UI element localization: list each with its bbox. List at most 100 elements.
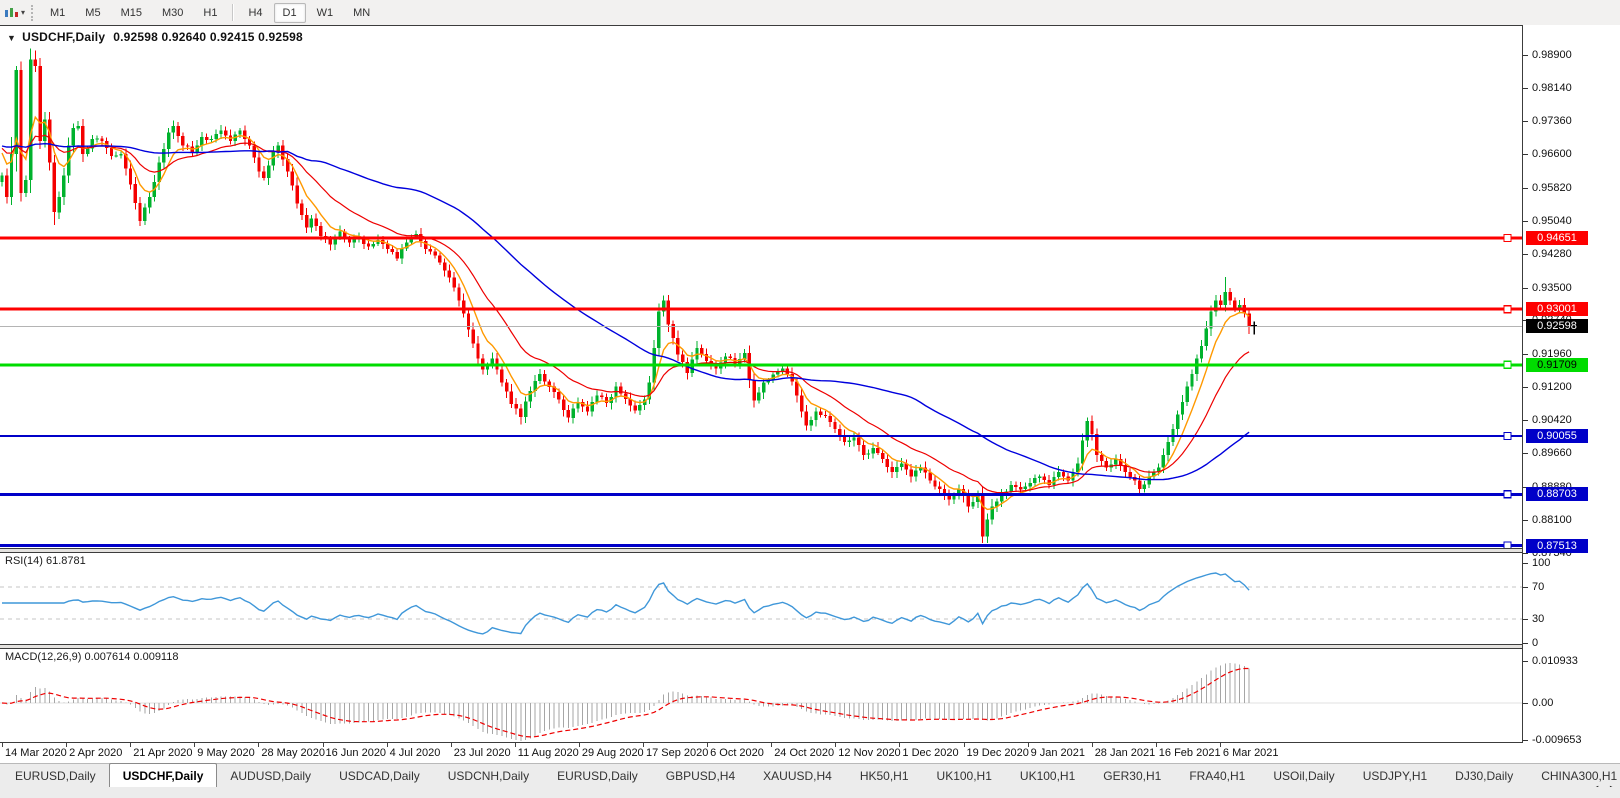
rsi-bottom-border <box>0 644 1620 645</box>
price-tick-label: 0.89660 <box>1532 447 1572 459</box>
rsi-tick-mark <box>1523 643 1528 644</box>
time-axis-label: 23 Jul 2020 <box>454 747 511 759</box>
chart-tab-uk100-h1[interactable]: UK100,H1 <box>1007 765 1088 787</box>
chart-tab-eurusd-daily[interactable]: EURUSD,Daily <box>544 765 651 787</box>
timeframe-button-d1[interactable]: D1 <box>274 3 306 23</box>
terminal-window: ▾ M1M5M15M30H1 H4D1W1MN ▼ USDCHF,Daily 0.92… <box>0 0 1620 798</box>
chart-symbol-label: USDCHF,Daily <box>22 30 105 44</box>
timeframe-button-mn[interactable]: MN <box>344 3 379 23</box>
price-tick-mark <box>1523 88 1528 89</box>
chart-tab-usoil-daily[interactable]: USOil,Daily <box>1260 765 1347 787</box>
main-chart-canvas[interactable] <box>0 26 1522 548</box>
rsi-tick-mark <box>1523 619 1528 620</box>
time-axis-label: 24 Oct 2020 <box>774 747 834 759</box>
price-tick-label: 0.95040 <box>1532 215 1572 227</box>
chart-title: ▼ USDCHF,Daily 0.92598 0.92640 0.92415 0.9… <box>7 30 303 44</box>
rsi-indicator-label: RSI(14) 61.8781 <box>5 555 86 567</box>
level-price-badge: 0.94651 <box>1526 231 1588 245</box>
price-axis[interactable]: 0.989000.981400.973600.966000.958200.950… <box>1523 25 1620 743</box>
time-axis-label: 21 Apr 2020 <box>133 747 192 759</box>
chart-tab-xauusd-h4[interactable]: XAUUSD,H4 <box>750 765 845 787</box>
time-tick-mark <box>835 743 836 747</box>
macd-tick-mark <box>1523 661 1528 662</box>
level-price-badge: 0.91709 <box>1526 358 1588 372</box>
time-axis-label: 2 Apr 2020 <box>69 747 122 759</box>
price-tick-mark <box>1523 188 1528 189</box>
price-tick-label: 0.88100 <box>1532 514 1572 526</box>
time-axis-label: 6 Mar 2021 <box>1223 747 1279 759</box>
chart-ohlc-values: 0.92598 0.92640 0.92415 0.92598 <box>113 30 303 44</box>
toolbar-separator <box>232 4 233 21</box>
price-tick-mark <box>1523 387 1528 388</box>
chart-type-button[interactable]: ▾ <box>0 4 29 22</box>
price-tick-mark <box>1523 254 1528 255</box>
time-tick-mark <box>515 743 516 747</box>
chart-tab-bar: EURUSD,DailyUSDCHF,DailyAUDUSD,DailyUSDC… <box>0 763 1620 787</box>
timeframe-button-h4[interactable]: H4 <box>239 3 271 23</box>
price-tick-mark <box>1523 420 1528 421</box>
time-axis[interactable]: 14 Mar 20202 Apr 202021 Apr 20209 May 20… <box>0 743 1620 763</box>
time-tick-mark <box>1220 743 1221 747</box>
price-tick-mark <box>1523 154 1528 155</box>
price-tick-label: 0.90420 <box>1532 414 1572 426</box>
level-price-badge: 0.90055 <box>1526 429 1588 443</box>
timeframe-button-m15[interactable]: M15 <box>112 3 151 23</box>
chart-tab-usdcnh-daily[interactable]: USDCNH,Daily <box>435 765 542 787</box>
macd-tick-label: 0.00 <box>1532 697 1553 709</box>
time-axis-label: 9 Jan 2021 <box>1031 747 1085 759</box>
macd-tick-label: -0.009653 <box>1532 734 1582 746</box>
chart-tab-usdcad-daily[interactable]: USDCAD,Daily <box>326 765 433 787</box>
time-tick-mark <box>1156 743 1157 747</box>
time-axis-label: 4 Jul 2020 <box>390 747 441 759</box>
time-axis-label: 19 Dec 2020 <box>967 747 1029 759</box>
time-axis-label: 28 May 2020 <box>261 747 325 759</box>
time-tick-mark <box>899 743 900 747</box>
price-tick-mark <box>1523 288 1528 289</box>
chart-tab-fra40-h1[interactable]: FRA40,H1 <box>1176 765 1258 787</box>
chart-tab-ger30-h1[interactable]: GER30,H1 <box>1090 765 1174 787</box>
timeframe-buttons: M1M5M15M30H1 H4D1W1MN <box>40 3 380 23</box>
toolbar-grip[interactable] <box>31 5 36 21</box>
price-tick-label: 0.93500 <box>1532 282 1572 294</box>
rsi-panel-canvas[interactable] <box>0 553 1522 644</box>
time-axis-label: 9 May 2020 <box>197 747 254 759</box>
chart-tab-eurusd-daily[interactable]: EURUSD,Daily <box>2 765 109 787</box>
price-tick-mark <box>1523 553 1528 554</box>
time-axis-label: 17 Sep 2020 <box>646 747 708 759</box>
timeframe-button-m1[interactable]: M1 <box>41 3 74 23</box>
status-strip <box>0 787 1620 798</box>
chevron-down-icon[interactable]: ▾ <box>21 8 25 17</box>
price-tick-mark <box>1523 121 1528 122</box>
timeframe-button-m30[interactable]: M30 <box>153 3 192 23</box>
time-axis-label: 16 Jun 2020 <box>326 747 387 759</box>
price-tick-label: 0.94280 <box>1532 248 1572 260</box>
price-tick-mark <box>1523 520 1528 521</box>
timeframe-button-h1[interactable]: H1 <box>194 3 226 23</box>
time-tick-mark <box>643 743 644 747</box>
time-tick-mark <box>323 743 324 747</box>
rsi-top-border <box>0 552 1620 553</box>
chart-tab-dj30-daily[interactable]: DJ30,Daily <box>1442 765 1526 787</box>
timeframe-button-w1[interactable]: W1 <box>308 3 343 23</box>
timeframe-button-m5[interactable]: M5 <box>76 3 109 23</box>
chart-tab-audusd-daily[interactable]: AUDUSD,Daily <box>217 765 324 787</box>
chart-tab-usdjpy-h1[interactable]: USDJPY,H1 <box>1350 765 1440 787</box>
timeframe-toolbar: ▾ M1M5M15M30H1 H4D1W1MN <box>0 0 1620 25</box>
expand-ohlc-icon[interactable]: ▼ <box>7 33 16 43</box>
chart-top-border <box>0 25 1620 26</box>
chart-tab-uk100-h1[interactable]: UK100,H1 <box>924 765 1005 787</box>
rsi-tick-label: 30 <box>1532 613 1544 625</box>
price-tick-mark <box>1523 55 1528 56</box>
chart-tab-gbpusd-h4[interactable]: GBPUSD,H4 <box>653 765 748 787</box>
chart-tab-usdchf-daily[interactable]: USDCHF,Daily <box>109 763 218 787</box>
macd-tick-mark <box>1523 740 1528 741</box>
price-tick-label: 0.98900 <box>1532 49 1572 61</box>
macd-panel-canvas[interactable] <box>0 649 1522 742</box>
time-tick-mark <box>387 743 388 747</box>
macd-top-border <box>0 648 1620 649</box>
chart-tab-hk50-h1[interactable]: HK50,H1 <box>847 765 922 787</box>
time-axis-label: 28 Jan 2021 <box>1095 747 1156 759</box>
time-tick-mark <box>964 743 965 747</box>
price-tick-mark <box>1523 354 1528 355</box>
time-tick-mark <box>579 743 580 747</box>
